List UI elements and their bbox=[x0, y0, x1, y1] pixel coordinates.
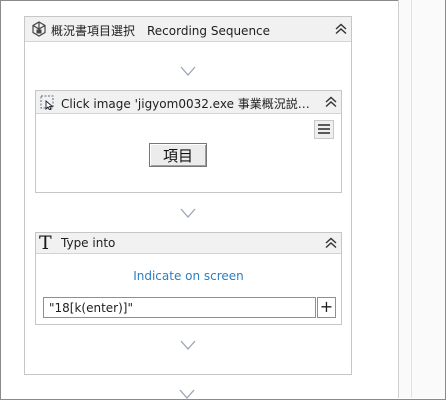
text-input-field[interactable]: "18[k(enter)]" bbox=[43, 297, 316, 318]
text-input-value: "18[k(enter)]" bbox=[49, 301, 133, 315]
sequence-icon bbox=[32, 21, 46, 37]
collapse-icon[interactable] bbox=[334, 22, 348, 36]
collapse-icon[interactable] bbox=[324, 236, 338, 250]
activity-title: Click image 'jigyom0032.exe 事業概況説明書シ... bbox=[61, 97, 319, 111]
target-image-preview: 項目 bbox=[149, 143, 207, 167]
drop-arrow-icon[interactable] bbox=[180, 208, 196, 218]
click-image-icon bbox=[40, 95, 54, 110]
right-panel bbox=[398, 0, 445, 398]
indicate-on-screen-link[interactable]: Indicate on screen bbox=[36, 269, 341, 283]
target-image-label: 項目 bbox=[162, 147, 193, 165]
activity-header[interactable]: Click image 'jigyom0032.exe 事業概況説明書シ... bbox=[36, 91, 341, 114]
plus-icon: + bbox=[319, 297, 334, 316]
type-into-activity[interactable]: T Type into Indicate on screen "18[k(ent… bbox=[35, 232, 342, 325]
sequence-header[interactable]: 概況書項目選択 Recording Sequence bbox=[25, 17, 351, 42]
drop-arrow-icon[interactable] bbox=[180, 340, 196, 350]
activity-header[interactable]: T Type into bbox=[36, 232, 341, 254]
activity-title: Type into bbox=[61, 236, 116, 250]
sequence-title: 概況書項目選択 Recording Sequence bbox=[51, 24, 271, 38]
add-variable-button[interactable]: + bbox=[317, 297, 336, 318]
drop-arrow-icon[interactable] bbox=[179, 389, 195, 399]
sequence-container: 概況書項目選択 Recording Sequence Click image '… bbox=[24, 16, 352, 375]
drop-arrow-icon[interactable] bbox=[180, 66, 196, 76]
collapse-icon[interactable] bbox=[324, 95, 338, 109]
click-image-activity[interactable]: Click image 'jigyom0032.exe 事業概況説明書シ... … bbox=[35, 90, 342, 193]
hamburger-menu-icon[interactable] bbox=[314, 120, 334, 139]
type-into-icon: T bbox=[39, 232, 52, 254]
